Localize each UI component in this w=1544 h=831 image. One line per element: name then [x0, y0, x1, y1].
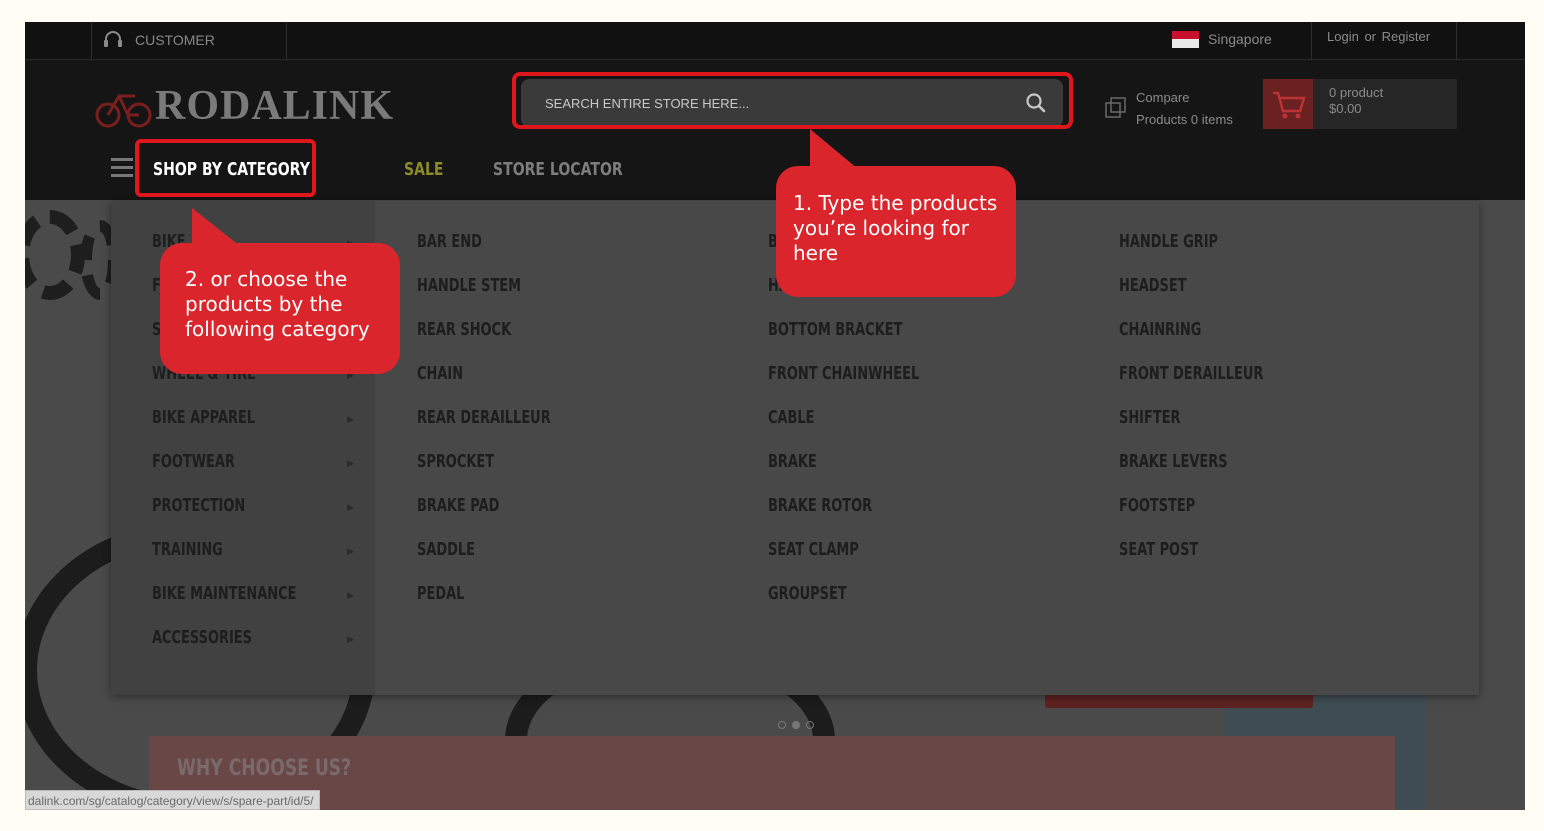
subcategory-link[interactable]: FRONT CHAINWHEEL: [768, 363, 919, 384]
country-label: Singapore: [1208, 31, 1272, 47]
callout-tail-2: [192, 208, 240, 246]
callout-tail: [810, 129, 858, 169]
subcategory-link[interactable]: SPROCKET: [417, 451, 494, 472]
subcategory-link[interactable]: FRONT DERAILLEUR: [1119, 363, 1263, 384]
hamburger-menu-icon[interactable]: [111, 158, 133, 180]
subcategory-link[interactable]: CABLE: [768, 407, 815, 428]
category-item[interactable]: TRAINING ▶: [152, 539, 362, 569]
gear-graphic: [25, 210, 85, 300]
subcategory-link[interactable]: HANDLE GRIP: [1119, 231, 1218, 252]
category-item[interactable]: BIKE MAINTENANCE ▶: [152, 583, 362, 613]
subcategory-link[interactable]: SEAT CLAMP: [768, 539, 859, 560]
cart-icon-box: [1263, 79, 1313, 129]
category-label: PROTECTION: [152, 495, 246, 516]
country-selector[interactable]: Singapore: [1172, 28, 1272, 54]
chevron-right-icon: ▶: [347, 590, 354, 600]
compare-products-link[interactable]: Compare Products 0 items: [1103, 87, 1243, 131]
shop-category-highlight-box: [135, 139, 316, 197]
category-item[interactable]: FOOTWEAR ▶: [152, 451, 362, 481]
subcategory-link[interactable]: FOOTSTEP: [1119, 495, 1195, 516]
slider-dot-1[interactable]: [778, 721, 786, 729]
subcategory-link[interactable]: HANDLE STEM: [417, 275, 521, 296]
subcategory-link[interactable]: HEADSET: [1119, 275, 1187, 296]
search-highlight-box: [512, 72, 1073, 129]
category-label: BIKE MAINTENANCE: [152, 583, 297, 604]
compare-line2: Products 0 items: [1136, 112, 1233, 127]
slider-dots: [778, 716, 838, 729]
subcategory-link[interactable]: GROUPSET: [768, 583, 847, 604]
subcategory-link[interactable]: PEDAL: [417, 583, 464, 604]
rodalink-logo[interactable]: RODALINK: [95, 82, 415, 130]
chevron-right-icon: ▶: [347, 546, 354, 556]
shopping-cart-icon: [1273, 91, 1306, 119]
chevron-right-icon: ▶: [347, 414, 354, 424]
customer-support-link[interactable]: CUSTOMER SUPPORT: [91, 22, 287, 84]
subcategory-link[interactable]: BRAKE LEVERS: [1119, 451, 1228, 472]
subcategory-link[interactable]: SADDLE: [417, 539, 475, 560]
compare-line1: Compare: [1136, 90, 1190, 105]
slider-dot-2[interactable]: [792, 721, 800, 729]
subcategory-link[interactable]: BOTTOM BRACKET: [768, 319, 902, 340]
top-bar: CUSTOMER SUPPORT Singapore Login or Regi…: [25, 22, 1525, 84]
category-item[interactable]: BIKE APPAREL ▶: [152, 407, 362, 437]
category-item[interactable]: ACCESSORIES ▶: [152, 627, 362, 657]
bicycle-logo-icon: [95, 94, 152, 128]
cart-info: 0 product $0.00: [1329, 85, 1383, 117]
compare-icon: [1105, 97, 1126, 118]
callout-bubble-search: 1. Type the products you’re looking for …: [776, 166, 1016, 297]
login-link[interactable]: Login: [1327, 29, 1359, 44]
subcategory-link[interactable]: BRAKE: [768, 451, 817, 472]
chevron-right-icon: ▶: [347, 502, 354, 512]
subcategory-link[interactable]: BRAKE ROTOR: [768, 495, 872, 516]
subcategory-link[interactable]: CHAINRING: [1119, 319, 1201, 340]
chevron-right-icon: ▶: [347, 458, 354, 468]
chevron-right-icon: ▶: [347, 634, 354, 644]
category-item[interactable]: PROTECTION ▶: [152, 495, 362, 525]
why-choose-heading: WHY CHOOSE US?: [177, 756, 352, 781]
cart-total: $0.00: [1329, 101, 1362, 116]
category-label: TRAINING: [152, 539, 223, 560]
subcategory-link[interactable]: CHAIN: [417, 363, 463, 384]
browser-status-url: dalink.com/sg/catalog/category/view/s/sp…: [25, 790, 321, 810]
headset-icon: [104, 31, 122, 47]
subcategory-link[interactable]: BAR END: [417, 231, 482, 252]
mini-cart[interactable]: 0 product $0.00: [1263, 79, 1457, 129]
category-label: BIKE APPAREL: [152, 407, 256, 428]
logo-text: RODALINK: [155, 83, 395, 129]
callout-bubble-category: 2. or choose the products by the followi…: [160, 243, 400, 374]
category-label: FOOTWEAR: [152, 451, 235, 472]
subcategory-link[interactable]: SHIFTER: [1119, 407, 1181, 428]
account-links: Login or Register: [1311, 22, 1457, 60]
subcategory-link[interactable]: REAR SHOCK: [417, 319, 511, 340]
nav-store-locator[interactable]: STORE LOCATOR: [493, 159, 623, 180]
subcategory-link[interactable]: SEAT POST: [1119, 539, 1198, 560]
nav-sale[interactable]: SALE: [404, 159, 444, 180]
singapore-flag-icon: [1172, 31, 1199, 48]
slider-dot-3[interactable]: [806, 721, 814, 729]
subcategory-link[interactable]: REAR DERAILLEUR: [417, 407, 551, 428]
subcategory-link[interactable]: BRAKE PAD: [417, 495, 499, 516]
or-text: or: [1364, 29, 1376, 44]
cart-count: 0 product: [1329, 85, 1384, 100]
register-link[interactable]: Register: [1382, 29, 1430, 44]
category-label: ACCESSORIES: [152, 627, 253, 648]
